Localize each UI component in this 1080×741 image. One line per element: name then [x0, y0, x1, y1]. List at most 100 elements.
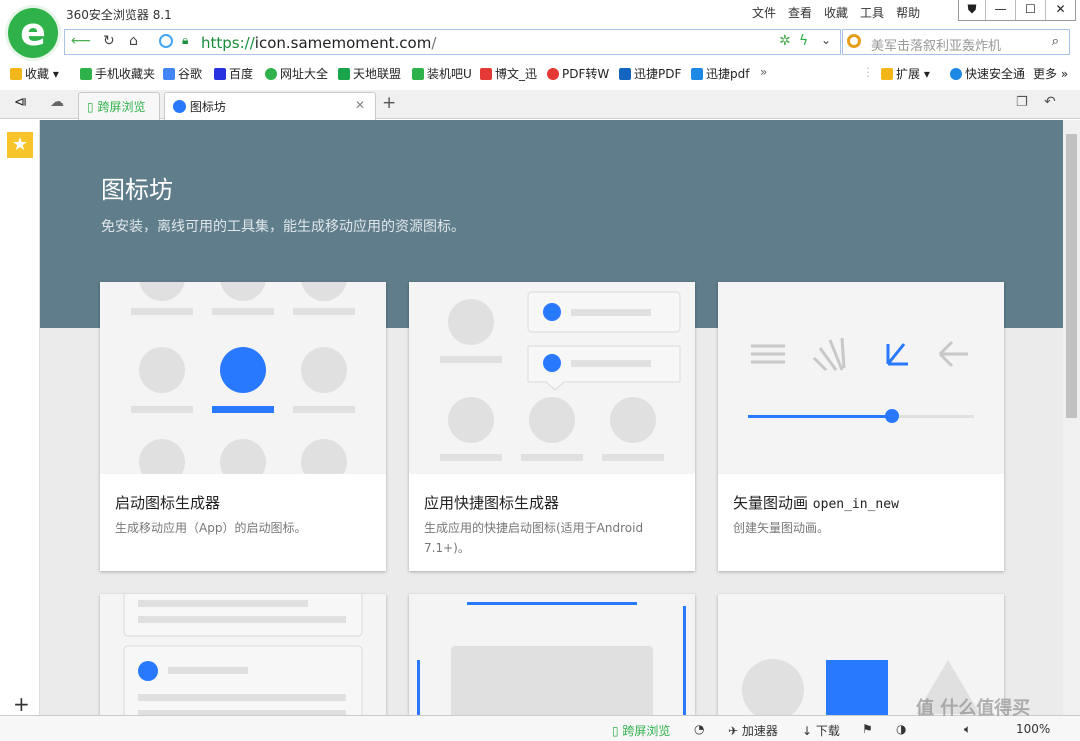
card-illustration	[100, 594, 386, 715]
tab-list-icon[interactable]: ❐	[1016, 95, 1028, 110]
card-launcher-icon-generator[interactable]: 启动图标生成器 生成移动应用（App）的启动图标。	[100, 282, 386, 571]
new-tab-button[interactable]: +	[382, 93, 396, 113]
zhuangji-icon	[412, 68, 424, 80]
browser-mode-icon[interactable]: ◑	[896, 722, 906, 736]
sidebar-add-icon[interactable]: +	[13, 692, 30, 716]
page-content: 图标坊 免安装，离线可用的工具集，能生成移动应用的资源图标。 启动图标生成器 生…	[40, 120, 1063, 715]
bookmark-xunjie-pdf-2[interactable]: 迅捷pdf	[691, 65, 749, 82]
shortcut-illustration	[440, 291, 681, 461]
close-button[interactable]: ✕	[1045, 0, 1075, 20]
home-icon[interactable]: ⌂	[129, 33, 138, 49]
scrollbar-thumb[interactable]	[1066, 134, 1077, 418]
maximize-button[interactable]: ☐	[1015, 0, 1045, 20]
bowen-icon	[480, 68, 492, 80]
lock-icon: 🔒︎	[182, 33, 189, 47]
portal-icon	[265, 68, 277, 80]
undo-close-icon[interactable]: ↶	[1044, 94, 1056, 110]
address-bar[interactable]: ⟵ ↻ ⌂ 🔒︎ https://icon.samemoment.com/ ✲ …	[64, 29, 841, 55]
menu-favorites[interactable]: 收藏	[818, 5, 854, 21]
card-description: 创建矢量图动画。	[733, 521, 830, 535]
safe-channel-button[interactable]: 快速安全通	[950, 65, 1025, 82]
tab-bar: ⧏ ☁ ▯ 跨屏浏览 图标坊 ✕ + ❐ ↶	[0, 90, 1080, 121]
search-icon[interactable]: ⌕	[1052, 34, 1059, 49]
window-controls: ⛊ — ☐ ✕	[958, 0, 1076, 21]
tab-close-icon[interactable]: ✕	[355, 98, 365, 112]
bookmark-label: 天地联盟	[353, 67, 402, 81]
phone-icon: ▯	[87, 100, 94, 114]
bookmark-baidu[interactable]: 百度	[214, 65, 253, 82]
bookmark-label: 迅捷PDF	[634, 67, 682, 81]
tab-cross-screen[interactable]: ▯ 跨屏浏览	[78, 92, 160, 120]
card-title-text: 矢量图动画	[733, 494, 809, 512]
bookmark-label: 迅捷pdf	[706, 67, 750, 81]
bookmark-tiandi[interactable]: 天地联盟	[338, 65, 401, 82]
bookmark-label: 百度	[229, 67, 254, 81]
extensions-label: 扩展	[896, 67, 921, 81]
search-engine-icon[interactable]	[847, 34, 861, 48]
card-title: 启动图标生成器	[115, 494, 221, 512]
volume-icon[interactable]: 🔈︎	[964, 722, 971, 737]
card-illustration	[409, 282, 695, 474]
refresh-icon[interactable]: ↻	[103, 33, 115, 49]
bookmark-label: 手机收藏夹	[95, 67, 156, 81]
bookmark-google[interactable]: 谷歌	[163, 65, 202, 82]
speedometer-icon[interactable]: ◔	[694, 722, 704, 736]
card-title: 应用快捷图标生成器	[424, 494, 560, 512]
loading-icon: ✲	[779, 33, 791, 49]
favorites-star-icon[interactable]: ★	[7, 132, 33, 158]
star-icon	[10, 68, 22, 80]
back-arrow-icon[interactable]: ⟵	[71, 33, 91, 49]
menu-help[interactable]: 帮助	[890, 5, 926, 21]
card-title: 矢量图动画 open_in_new	[733, 492, 899, 513]
menu-bar: 文件 查看 收藏 工具 帮助	[746, 5, 926, 21]
more-button[interactable]: 更多 »	[1033, 65, 1068, 82]
url-text[interactable]: https://icon.samemoment.com/	[201, 34, 436, 52]
open-in-new-icon[interactable]: open_in_new	[813, 497, 899, 512]
minimize-button[interactable]: —	[985, 0, 1015, 20]
bookmarks-separator: ⋮	[862, 65, 874, 79]
bookmark-mobile[interactable]: 手机收藏夹	[80, 65, 155, 82]
launcher-illustration	[131, 282, 355, 474]
download-button[interactable]: ↓ 下载	[802, 722, 840, 739]
flag-icon[interactable]: ⚑	[862, 722, 873, 736]
accelerator-button[interactable]: ✈ 加速器	[728, 722, 778, 739]
search-input[interactable]: 美军击落叙利亚轰炸机	[871, 35, 1001, 54]
xunjie-icon	[619, 68, 631, 80]
menu-file[interactable]: 文件	[746, 5, 782, 21]
list-illustration	[123, 594, 363, 715]
search-box[interactable]: 美军击落叙利亚轰炸机 ⌕	[842, 29, 1070, 55]
menu-view[interactable]: 查看	[782, 5, 818, 21]
bookmark-zhuangji[interactable]: 装机吧U	[412, 65, 472, 82]
cloud-icon[interactable]: ☁	[50, 94, 64, 110]
url-scheme: https://	[201, 34, 255, 52]
extensions-button[interactable]: 扩展 ▾	[881, 65, 930, 82]
accelerator-label: 加速器	[741, 724, 778, 738]
url-path: /	[431, 34, 437, 52]
bookmark-label: 网址大全	[280, 67, 329, 81]
bookmarks-overflow-icon[interactable]: »	[760, 65, 767, 79]
address-dropdown-icon[interactable]: ⌄	[821, 33, 831, 47]
bookmark-bowen[interactable]: 博文_迅	[480, 65, 537, 82]
bookmark-pdf2word[interactable]: PDF转W	[547, 65, 609, 82]
skin-button[interactable]: ⛊	[959, 0, 985, 20]
bookmark-xunjie-pdf[interactable]: 迅捷PDF	[619, 65, 681, 82]
card-row2-2[interactable]	[409, 594, 695, 715]
bookmark-favorites[interactable]: 收藏 ▾	[10, 65, 59, 82]
card-row2-1[interactable]	[100, 594, 386, 715]
vertical-scrollbar[interactable]	[1063, 120, 1080, 715]
card-vector-animation[interactable]: 矢量图动画 open_in_new 创建矢量图动画。	[718, 282, 1004, 571]
site-favicon-icon	[173, 100, 186, 113]
sidebar-toggle-icon[interactable]: ⧏	[14, 95, 27, 110]
cross-screen-status[interactable]: ▯ 跨屏浏览	[612, 722, 670, 739]
card-illustration	[718, 282, 1004, 474]
bookmark-url-portal[interactable]: 网址大全	[265, 65, 328, 82]
menu-tools[interactable]: 工具	[854, 5, 890, 21]
bookmark-label: 装机吧U	[427, 67, 472, 81]
tab-icon-workshop[interactable]: 图标坊 ✕	[164, 92, 376, 121]
zoom-level[interactable]: 100%	[1016, 722, 1050, 736]
safe-channel-icon	[950, 68, 962, 80]
card-shortcut-icon-generator[interactable]: 应用快捷图标生成器 生成应用的快捷启动图标(适用于Android 7.1+)。	[409, 282, 695, 571]
baidu-icon	[214, 68, 226, 80]
speed-mode-icon[interactable]: ϟ	[799, 33, 808, 49]
status-bar: ▯ 跨屏浏览 ◔ ✈ 加速器 ↓ 下载 ⚑ ◑ 🔈︎ 100% 值 什么值得买	[0, 698, 1080, 741]
